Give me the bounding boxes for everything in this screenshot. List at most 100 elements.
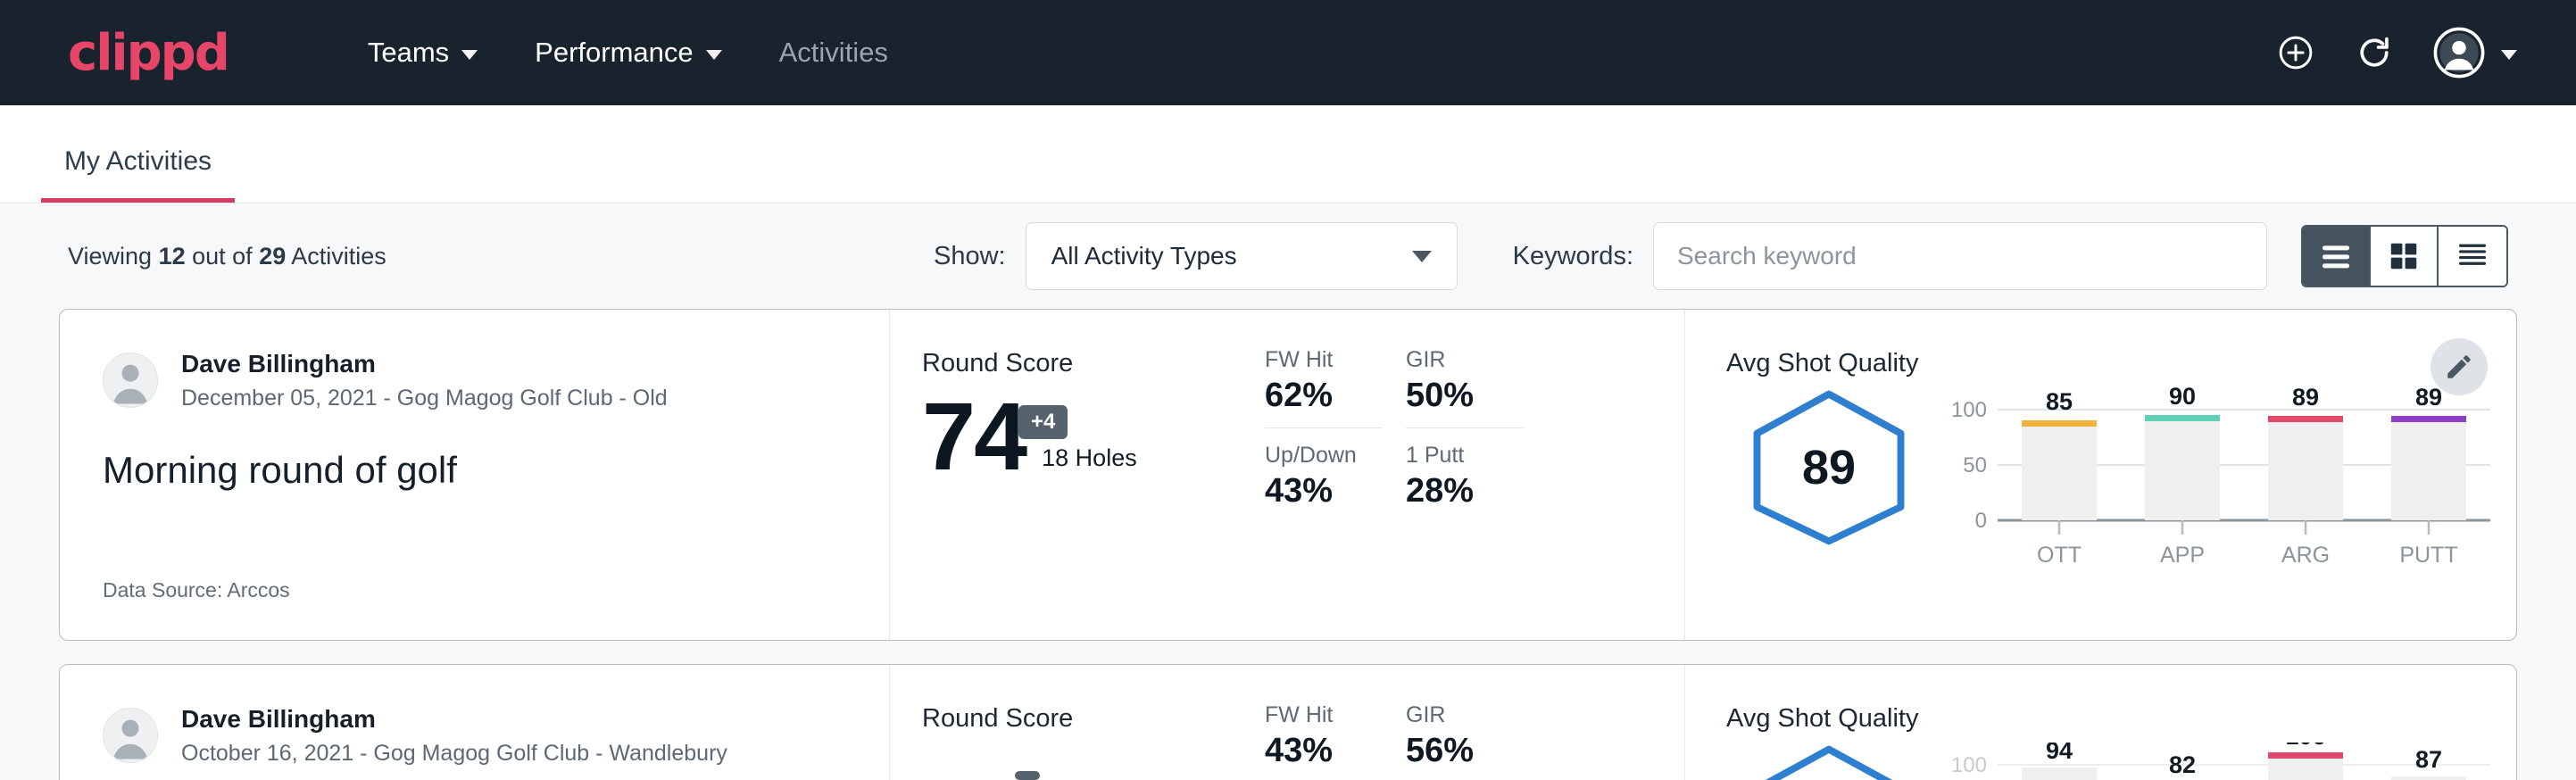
round-score-label: Round Score [922,704,1265,734]
svg-text:90: 90 [2169,387,2196,410]
stat-fw-hit-value: 43% [1265,732,1383,770]
avg-shot-quality-column: Avg Shot Quality 100 94 [1684,665,2516,780]
stat-gir: GIR 50% [1406,347,1524,415]
tab-bar: My Activities [0,105,2576,203]
stat-gir: GIR 56% [1406,702,1524,770]
player-name: Dave Billingham [181,349,668,379]
viewing-count: 12 [159,243,186,270]
tab-my-activities-label: My Activities [64,146,212,176]
stat-one-putt-label: 1 Putt [1406,443,1524,469]
holes-played: 18 Holes [1042,444,1137,472]
stat-one-putt: 1 Putt 28% [1406,443,1524,510]
stat-column-left: FW Hit 43% [1265,702,1383,780]
chevron-down-icon [1412,251,1432,262]
svg-text:PUTT: PUTT [2399,543,2457,566]
primary-nav: Teams Performance Activities [339,37,917,69]
activity-card[interactable]: Dave Billingham December 05, 2021 - Gog … [59,309,2517,641]
nav-item-activities-label: Activities [779,37,888,69]
nav-item-activities[interactable]: Activities [751,37,917,69]
nav-actions [2276,27,2517,79]
shot-quality-chart: 100 50 0 85 OTT [1932,384,2516,570]
nav-item-teams[interactable]: Teams [339,37,506,69]
activity-type-select-value: All Activity Types [1051,242,1237,270]
stat-up-down: Up/Down 43% [1265,443,1383,510]
chevron-down-icon [461,50,478,60]
activity-data-source: Data Source: Arccos [103,578,290,602]
stat-gir-value: 56% [1406,732,1524,770]
avatar [103,353,158,408]
svg-text:0: 0 [1975,509,1987,533]
account-avatar[interactable] [2433,27,2517,79]
add-icon[interactable] [2276,33,2315,72]
account-icon [2433,27,2485,79]
svg-text:85: 85 [2046,388,2073,415]
pencil-icon [2444,352,2474,382]
svg-text:50: 50 [1963,453,1987,477]
round-score-value: 74 [922,386,1026,486]
show-label: Show: [934,242,1006,271]
round-score-column: Round Score [890,665,1265,780]
svg-text:ARG: ARG [2281,543,2330,566]
shot-quality-chart: 100 94 82 106 [1932,739,2516,780]
main-content: Viewing 12 out of 29 Activities Show: Al… [0,203,2576,780]
stat-fw-hit: FW Hit 43% [1265,702,1383,770]
round-score-column: Round Score 74 +4 18 Holes [890,310,1265,640]
keywords-label: Keywords: [1513,242,1633,271]
activity-meta: December 05, 2021 - Gog Magog Golf Club … [181,386,668,411]
activity-title: Morning round of golf [103,449,889,492]
chevron-down-icon [706,50,722,60]
viewing-suffix: Activities [286,243,386,270]
grid-view-icon[interactable] [2371,227,2439,286]
divider [1265,427,1383,428]
filter-bar: Viewing 12 out of 29 Activities Show: Al… [59,203,2517,309]
stat-gir-label: GIR [1406,347,1524,373]
stat-one-putt-value: 28% [1406,472,1524,510]
refresh-icon[interactable] [2355,33,2394,72]
filter-controls: Show: All Activity Types Keywords: [934,222,2508,290]
player-name: Dave Billingham [181,704,727,734]
avg-shot-quality-label: Avg Shot Quality [1726,349,2516,378]
stat-fw-hit-label: FW Hit [1265,702,1383,728]
edit-activity-button[interactable] [2431,338,2488,395]
divider [1406,427,1524,428]
search-input[interactable] [1677,242,2243,270]
stat-up-down-label: Up/Down [1265,443,1383,469]
viewing-summary: Viewing 12 out of 29 Activities [68,243,386,270]
tab-my-activities[interactable]: My Activities [41,146,235,203]
svg-text:106: 106 [2285,743,2325,750]
app-logo[interactable]: clippd [68,24,229,82]
quality-hexagon: 89 [1726,384,1932,546]
svg-text:100: 100 [1951,398,1987,422]
avatar [103,708,158,763]
list-view-icon[interactable] [2303,227,2371,286]
activity-card[interactable]: Dave Billingham October 16, 2021 - Gog M… [59,664,2517,780]
avg-shot-quality-column: Avg Shot Quality 89 100 50 0 [1684,310,2516,640]
stat-fw-hit: FW Hit 62% [1265,347,1383,415]
svg-text:89: 89 [2292,387,2319,411]
quality-hexagon-value: 89 [1802,440,1856,495]
score-to-par-badge [1015,771,1040,780]
activity-player: Dave Billingham December 05, 2021 - Gog … [103,349,889,411]
chevron-down-icon [2501,50,2517,60]
activity-summary-column: Dave Billingham October 16, 2021 - Gog M… [60,665,890,780]
round-stats-column: FW Hit 62% Up/Down 43% GIR 50% 1 Putt 28… [1265,310,1684,640]
viewing-total: 29 [259,243,286,270]
nav-item-performance[interactable]: Performance [506,37,750,69]
round-score-label: Round Score [922,349,1265,378]
activity-summary-column: Dave Billingham December 05, 2021 - Gog … [60,310,890,640]
search-field-wrapper[interactable] [1653,222,2267,290]
activity-player: Dave Billingham October 16, 2021 - Gog M… [103,704,889,767]
activity-type-select[interactable]: All Activity Types [1026,222,1458,290]
shot-quality-bar-chart: 100 94 82 106 [1944,743,2497,780]
svg-text:89: 89 [2415,387,2442,411]
round-stats-column: FW Hit 43% GIR 56% [1265,665,1684,780]
activity-meta: October 16, 2021 - Gog Magog Golf Club -… [181,741,727,767]
svg-text:94: 94 [2046,743,2073,764]
stat-up-down-value: 43% [1265,472,1383,510]
compact-view-icon[interactable] [2439,227,2506,286]
top-navigation-bar: clippd Teams Performance Activities [0,0,2576,105]
score-to-par-badge: +4 [1018,405,1068,439]
stat-column-left: FW Hit 62% Up/Down 43% [1265,347,1383,640]
svg-text:82: 82 [2169,751,2196,778]
avg-shot-quality-label: Avg Shot Quality [1726,704,2516,734]
